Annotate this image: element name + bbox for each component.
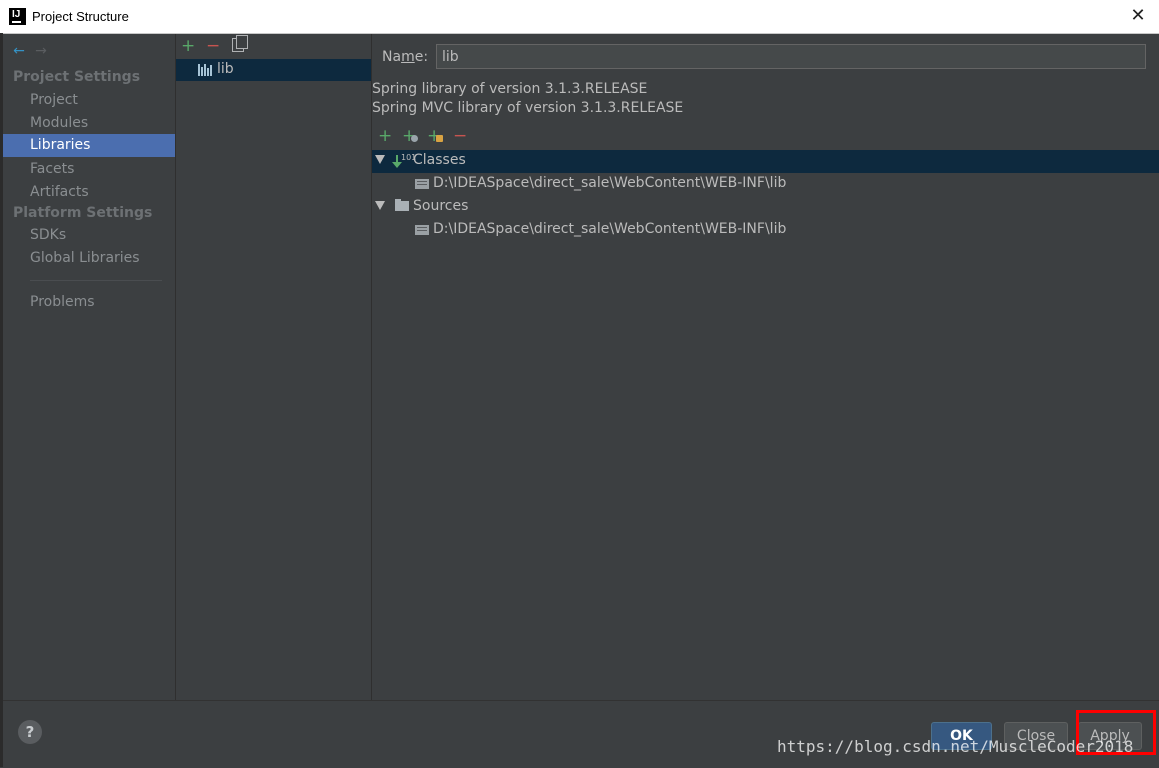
settings-sidebar: ← → Project Settings Project Modules Libr…	[3, 34, 176, 700]
attach-url-icon[interactable]: +	[427, 126, 443, 146]
tree-node-sources[interactable]: Sources	[372, 196, 1159, 219]
sidebar-item-libraries[interactable]: Libraries	[3, 134, 175, 157]
library-icon	[198, 64, 212, 76]
remove-library-icon[interactable]: −	[206, 37, 220, 55]
library-list-item[interactable]: lib	[176, 59, 371, 81]
dialog-button-bar: ? OK Close Apply	[3, 700, 1159, 768]
library-detail-panel: Name: Spring library of version 3.1.3.RE…	[372, 34, 1159, 700]
tree-toolbar: + + + −	[372, 124, 1159, 150]
tree-node-sources-path[interactable]: D:\IDEASpace\direct_sale\WebContent\WEB-…	[372, 219, 1159, 242]
sidebar-divider	[30, 280, 162, 281]
description-line: Spring library of version 3.1.3.RELEASE	[372, 81, 648, 97]
intellij-app-icon	[9, 8, 26, 25]
library-name: lib	[217, 61, 234, 77]
sidebar-item-problems[interactable]: Problems	[3, 291, 175, 314]
sidebar-item-global-libraries[interactable]: Global Libraries	[3, 247, 175, 270]
sidebar-item-artifacts[interactable]: Artifacts	[3, 181, 175, 204]
back-arrow-icon[interactable]: ←	[11, 43, 27, 59]
sources-folder-icon	[395, 199, 409, 211]
attach-jar-icon[interactable]: +	[402, 126, 418, 146]
libraries-list-panel: + − lib	[176, 34, 372, 700]
description-line: Spring MVC library of version 3.1.3.RELE…	[372, 100, 684, 116]
expand-arrow-icon[interactable]	[375, 201, 385, 210]
sidebar-item-sdks[interactable]: SDKs	[3, 224, 175, 247]
name-label: Name:	[382, 49, 429, 65]
library-name-input[interactable]	[436, 44, 1146, 69]
add-library-icon[interactable]: +	[181, 37, 195, 55]
add-root-icon[interactable]: +	[378, 126, 392, 146]
nav-arrows: ← →	[11, 40, 49, 59]
remove-root-icon[interactable]: −	[453, 126, 467, 146]
tree-node-path: D:\IDEASpace\direct_sale\WebContent\WEB-…	[433, 221, 787, 237]
forward-arrow-icon[interactable]: →	[33, 43, 49, 59]
library-roots-tree: 101 Classes D:\IDEASpace\direct_sale\Web…	[372, 150, 1159, 700]
close-window-icon[interactable]: ✕	[1127, 5, 1149, 27]
expand-arrow-icon[interactable]	[375, 155, 385, 164]
help-icon[interactable]: ?	[18, 720, 42, 744]
tree-node-classes-path[interactable]: D:\IDEASpace\direct_sale\WebContent\WEB-…	[372, 173, 1159, 196]
title-bar: Project Structure ✕	[0, 0, 1159, 34]
jar-directory-icon	[415, 225, 429, 235]
tree-node-path: D:\IDEASpace\direct_sale\WebContent\WEB-…	[433, 175, 787, 191]
project-settings-header: Project Settings	[13, 69, 141, 85]
classes-icon: 101	[392, 153, 416, 169]
jar-directory-icon	[415, 179, 429, 189]
sidebar-item-project[interactable]: Project	[3, 89, 175, 112]
copy-library-icon[interactable]	[232, 35, 248, 52]
tree-node-label: Classes	[413, 152, 466, 168]
platform-settings-header: Platform Settings	[13, 205, 153, 221]
sidebar-item-modules[interactable]: Modules	[3, 112, 175, 135]
window-title: Project Structure	[32, 9, 129, 24]
tree-node-label: Sources	[413, 198, 469, 214]
tree-node-classes[interactable]: 101 Classes	[372, 150, 1159, 173]
watermark-text: https://blog.csdn.net/MuscleCoder2018	[777, 737, 1134, 756]
sidebar-item-facets[interactable]: Facets	[3, 158, 175, 181]
